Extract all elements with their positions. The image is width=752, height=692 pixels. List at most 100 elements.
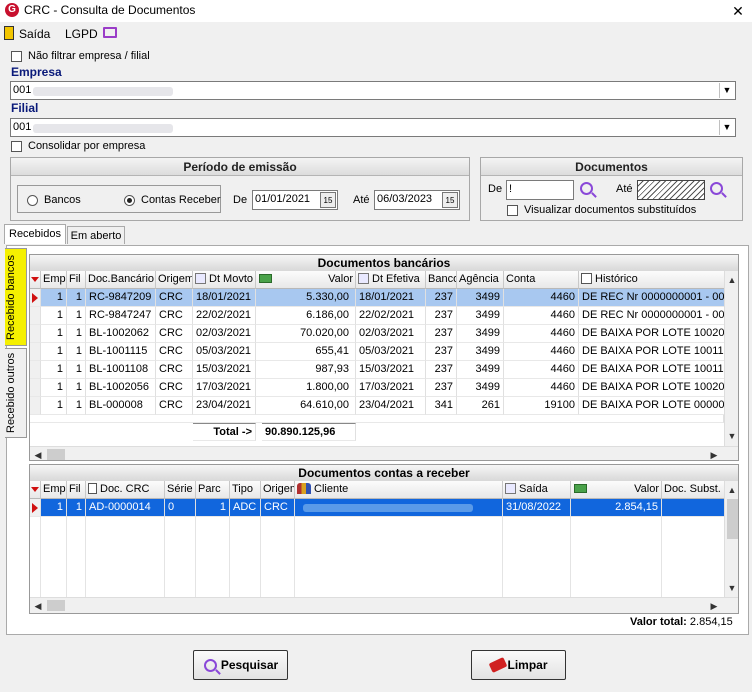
scroll-right-icon[interactable]: ▶: [707, 448, 721, 460]
column-header[interactable]: Valor: [571, 481, 662, 499]
table-cell[interactable]: 1: [67, 361, 86, 379]
table-cell[interactable]: 4460: [504, 379, 579, 397]
table-cell[interactable]: 31/08/2022: [503, 499, 571, 517]
table-cell[interactable]: 22/02/2021: [356, 307, 426, 325]
horizontal-scrollbar[interactable]: ◀ ▶: [30, 446, 738, 460]
scroll-down-icon[interactable]: ▼: [725, 429, 738, 443]
table-cell[interactable]: CRC: [156, 307, 193, 325]
doc-ate-input[interactable]: [637, 180, 705, 200]
monitor-icon[interactable]: [103, 27, 117, 38]
table-cell[interactable]: DE BAIXA POR LOTE 10011: [579, 361, 738, 379]
exit-icon[interactable]: [4, 26, 14, 40]
table-cell[interactable]: CRC: [156, 379, 193, 397]
table-cell[interactable]: 237: [426, 379, 457, 397]
table-cell[interactable]: 1.800,00: [256, 379, 356, 397]
search-icon[interactable]: [710, 182, 723, 195]
table-cell[interactable]: 02/03/2021: [193, 325, 256, 343]
table-cell[interactable]: 4460: [504, 289, 579, 307]
table-cell[interactable]: 0: [165, 499, 196, 517]
table-cell[interactable]: BL-1001108: [86, 361, 156, 379]
empresa-select[interactable]: 001 ▼: [10, 81, 736, 100]
calendar-icon[interactable]: 15: [320, 192, 336, 208]
table-cell[interactable]: 1: [41, 325, 67, 343]
table-cell[interactable]: RC-9847209: [86, 289, 156, 307]
column-header[interactable]: Conta: [504, 271, 579, 289]
search-icon[interactable]: [580, 182, 593, 195]
column-header[interactable]: Parc: [196, 481, 230, 499]
scroll-left-icon[interactable]: ◀: [31, 448, 45, 460]
column-header[interactable]: Doc. CRC: [86, 481, 165, 499]
table-cell[interactable]: 02/03/2021: [356, 325, 426, 343]
table-cell[interactable]: 15/03/2021: [356, 361, 426, 379]
limpar-button[interactable]: Limpar: [471, 650, 566, 680]
table-cell[interactable]: 1: [41, 379, 67, 397]
table-cell[interactable]: 1: [41, 343, 67, 361]
table-cell[interactable]: 22/02/2021: [193, 307, 256, 325]
scroll-right-icon[interactable]: ▶: [707, 599, 721, 613]
table-cell[interactable]: 18/01/2021: [193, 289, 256, 307]
table-cell[interactable]: 237: [426, 325, 457, 343]
row-indicator[interactable]: [30, 325, 41, 343]
table-cell[interactable]: 18/01/2021: [356, 289, 426, 307]
chevron-down-icon[interactable]: ▼: [719, 120, 734, 135]
table-cell[interactable]: 23/04/2021: [193, 397, 256, 415]
table-cell[interactable]: CRC: [261, 499, 295, 517]
table-cell[interactable]: 1: [41, 289, 67, 307]
table-cell[interactable]: 3499: [457, 361, 504, 379]
scroll-thumb[interactable]: [727, 499, 738, 539]
table-cell[interactable]: 19100: [504, 397, 579, 415]
table-cell[interactable]: BL-1002056: [86, 379, 156, 397]
column-header[interactable]: Fil: [67, 271, 86, 289]
table-cell[interactable]: 261: [457, 397, 504, 415]
table-cell[interactable]: BL-000008: [86, 397, 156, 415]
row-indicator[interactable]: [30, 289, 41, 307]
radio-bancos[interactable]: [27, 195, 38, 206]
vtab-recebido-bancos[interactable]: Recebido bancos: [5, 248, 27, 346]
scroll-left-icon[interactable]: ◀: [31, 599, 45, 613]
column-header[interactable]: Tipo: [230, 481, 261, 499]
table-cell[interactable]: CRC: [156, 325, 193, 343]
table-cell[interactable]: 2.854,15: [571, 499, 662, 517]
column-header[interactable]: Agência: [457, 271, 504, 289]
column-header[interactable]: Série: [165, 481, 196, 499]
table-cell[interactable]: 17/03/2021: [356, 379, 426, 397]
table-cell[interactable]: 4460: [504, 361, 579, 379]
table-cell[interactable]: BL-1001115: [86, 343, 156, 361]
vertical-scrollbar[interactable]: ▲ ▼: [724, 481, 738, 597]
horizontal-scrollbar[interactable]: ◀ ▶: [30, 597, 738, 613]
table-cell[interactable]: CRC: [156, 397, 193, 415]
table-cell[interactable]: 4460: [504, 325, 579, 343]
table-cell[interactable]: 655,41: [256, 343, 356, 361]
close-button[interactable]: ✕: [724, 1, 752, 21]
tab-recebidos[interactable]: Recebidos: [4, 224, 66, 244]
table-cell[interactable]: 1: [41, 361, 67, 379]
table-cell[interactable]: 1: [196, 499, 230, 517]
row-indicator[interactable]: [30, 361, 41, 379]
table-cell[interactable]: 05/03/2021: [193, 343, 256, 361]
scroll-thumb[interactable]: [47, 449, 65, 460]
table-cell[interactable]: DE BAIXA POR LOTE 10020: [579, 325, 738, 343]
table-cell[interactable]: CRC: [156, 289, 193, 307]
column-header[interactable]: Origem: [156, 271, 193, 289]
table-cell[interactable]: 1: [41, 307, 67, 325]
scroll-up-icon[interactable]: ▲: [725, 273, 738, 287]
column-header[interactable]: Dt Movto: [193, 271, 256, 289]
table-cell[interactable]: 64.610,00: [256, 397, 356, 415]
column-header[interactable]: Dt Efetiva: [356, 271, 426, 289]
column-header[interactable]: Saída: [503, 481, 571, 499]
column-header[interactable]: Valor: [256, 271, 356, 289]
table-cell[interactable]: 237: [426, 343, 457, 361]
menu-lgpd[interactable]: LGPD: [65, 27, 98, 41]
table-cell[interactable]: RC-9847247: [86, 307, 156, 325]
date-de-input[interactable]: 01/01/2021 15: [252, 190, 338, 210]
table-cell[interactable]: DE REC Nr 0000000001 - 00: [579, 289, 738, 307]
table-cell[interactable]: 1: [67, 289, 86, 307]
table-cell[interactable]: 1: [67, 343, 86, 361]
table-cell[interactable]: 4460: [504, 307, 579, 325]
table-cell[interactable]: 15/03/2021: [193, 361, 256, 379]
table-cell[interactable]: DE REC Nr 0000000001 - 00: [579, 307, 738, 325]
table-cell[interactable]: DE BAIXA POR LOTE 00000: [579, 397, 738, 415]
row-indicator[interactable]: [30, 397, 41, 415]
chevron-down-icon[interactable]: ▼: [719, 83, 734, 98]
table-cell[interactable]: 3499: [457, 343, 504, 361]
